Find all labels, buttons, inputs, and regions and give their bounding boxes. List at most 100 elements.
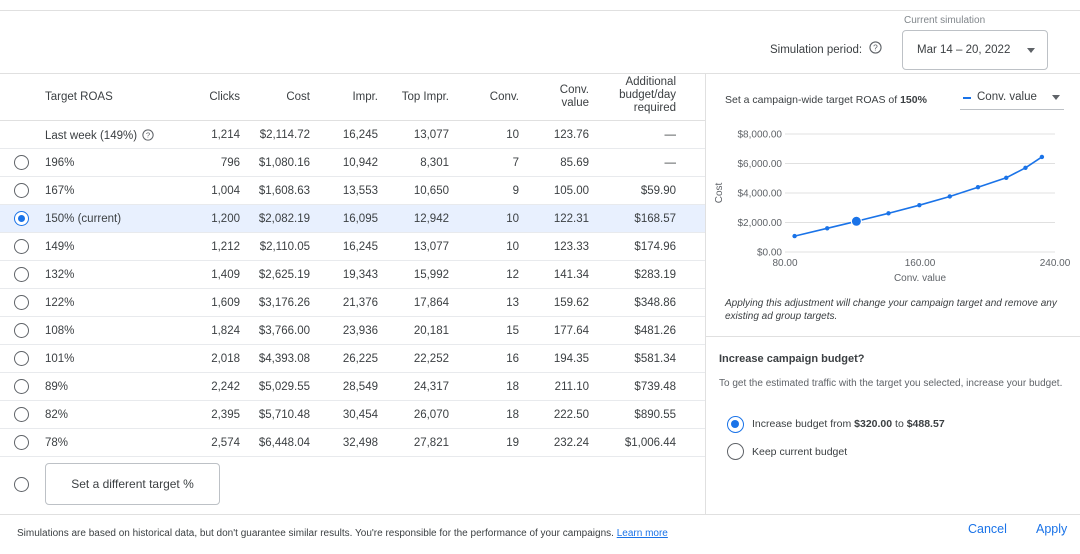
data-point [1023, 165, 1028, 170]
cell-additional: $283.19 [634, 269, 676, 281]
cell-cost: $1,608.63 [258, 185, 310, 197]
row-target-label: 108% [45, 325, 75, 337]
panel-section-divider [705, 336, 1080, 337]
row-radio[interactable] [14, 155, 29, 170]
x-tick-label: 80.00 [772, 258, 797, 269]
last-week-label-text: Last week (149%) [45, 130, 138, 142]
budget-to-value: $488.57 [906, 418, 945, 430]
row-radio[interactable] [14, 379, 29, 394]
increase-budget-radio[interactable] [727, 416, 744, 433]
data-point [824, 226, 830, 231]
cell-top-impr: 27,821 [413, 437, 449, 449]
cell-additional: $1,006.44 [624, 437, 676, 449]
col-target-roas: Target ROAS [45, 91, 113, 103]
cell-clicks: 2,018 [211, 353, 240, 365]
cell-conv: 18 [506, 381, 519, 393]
cell-conv: 12 [506, 269, 519, 281]
apply-button[interactable]: Apply [1036, 522, 1067, 536]
chart-heading-value: 150% [900, 94, 927, 106]
chart-heading: Set a campaign-wide target ROAS of 150% [725, 94, 927, 106]
learn-more-link[interactable]: Learn more [617, 528, 668, 539]
data-point [917, 202, 922, 208]
table-row[interactable]: 150% (current) 1,200 $2,082.19 16,095 12,942… [0, 205, 705, 233]
col-top-impr: Top Impr. [401, 91, 449, 103]
footer-note: Simulations are based on historical data… [17, 528, 668, 539]
cell-top-impr: 13,077 [413, 241, 449, 253]
cell-conv: 16 [506, 353, 519, 365]
set-different-target-button[interactable]: Set a different target % [45, 463, 220, 505]
cell-conv: 10 [506, 129, 519, 141]
cell-impr: 16,245 [342, 129, 378, 141]
increase-budget-label[interactable]: Increase budget from $320.00 to $488.57 [752, 418, 945, 430]
help-icon[interactable]: ? [869, 41, 882, 54]
table-row[interactable]: 108% 1,824 $3,766.00 23,936 20,181 15 177.64 $4… [0, 317, 705, 345]
cell-conv-value: 85.69 [560, 157, 589, 169]
cell-cost: $2,114.72 [259, 129, 310, 141]
row-radio[interactable] [14, 435, 29, 450]
cell-top-impr: 24,317 [413, 381, 449, 393]
data-point [947, 194, 952, 199]
row-radio[interactable] [14, 267, 29, 282]
table-row[interactable]: 149% 1,212 $2,110.05 16,245 13,077 10 123.33 $1… [0, 233, 705, 261]
help-icon[interactable]: ? [142, 129, 154, 141]
simulation-period-dropdown[interactable]: Mar 14 – 20, 2022 [902, 30, 1048, 70]
table-row[interactable]: 122% 1,609 $3,176.26 21,376 17,864 13 159.62 $3… [0, 289, 705, 317]
cell-conv: 9 [512, 185, 519, 197]
dropdown-caret-icon [1027, 48, 1035, 53]
col-conv-value: Conv. value [540, 84, 589, 110]
cell-clicks: 1,409 [211, 269, 240, 281]
x-tick-label: 240.00 [1040, 258, 1071, 269]
cell-cost: $3,176.26 [258, 297, 310, 309]
table-row[interactable]: 101% 2,018 $4,393.08 26,225 22,252 16 194.35 $5… [0, 345, 705, 373]
table-row[interactable]: 78% 2,574 $6,448.04 32,498 27,821 19 232.24 $1,… [0, 429, 705, 457]
table-row[interactable]: 167% 1,004 $1,608.63 13,553 10,650 9 105.00 $59… [0, 177, 705, 205]
row-radio[interactable] [14, 211, 29, 226]
footer-divider [0, 514, 1080, 515]
series-select-dropdown[interactable]: Conv. value [960, 88, 1064, 110]
cell-cost: $4,393.08 [258, 353, 310, 365]
cell-additional: $581.34 [634, 353, 676, 365]
y-tick-label: $2,000.00 [738, 218, 783, 229]
row-radio[interactable] [14, 351, 29, 366]
svg-text:?: ? [873, 42, 878, 52]
cell-cost: $2,082.19 [258, 213, 310, 225]
table-row[interactable]: 132% 1,409 $2,625.19 19,343 15,992 12 141.34 $2… [0, 261, 705, 289]
row-radio[interactable] [14, 407, 29, 422]
svg-text:?: ? [146, 131, 150, 140]
series-select-label: Conv. value [977, 91, 1037, 103]
cell-impr: 26,225 [342, 353, 378, 365]
cell-clicks: 1,004 [211, 185, 240, 197]
cell-top-impr: 20,181 [413, 325, 449, 337]
table-row[interactable]: 196% 796 $1,080.16 10,942 8,301 7 85.69 — [0, 149, 705, 177]
row-radio[interactable] [14, 183, 29, 198]
cell-conv-value: 105.00 [553, 185, 589, 197]
simulation-period-value: Mar 14 – 20, 2022 [917, 44, 1011, 56]
row-radio[interactable] [14, 239, 29, 254]
cell-impr: 23,936 [342, 325, 378, 337]
custom-target-radio[interactable] [14, 477, 29, 492]
table-row[interactable]: 82% 2,395 $5,710.48 30,454 26,070 18 222.50 $89… [0, 401, 705, 429]
col-additional-line1: Additional [625, 76, 676, 88]
custom-target-row: Set a different target % [0, 457, 705, 513]
table-row[interactable]: 89% 2,242 $5,029.55 28,549 24,317 18 211.10 $73… [0, 373, 705, 401]
col-conv-value-line1: Conv. [559, 84, 589, 96]
cell-conv-value: 122.31 [553, 213, 589, 225]
y-tick-label: $8,000.00 [738, 130, 783, 141]
cancel-button[interactable]: Cancel [968, 522, 1007, 536]
cell-conv-value: 232.24 [553, 437, 589, 449]
keep-budget-label[interactable]: Keep current budget [752, 446, 847, 458]
cell-top-impr: 17,864 [413, 297, 449, 309]
cell-additional: $59.90 [640, 185, 676, 197]
row-radio[interactable] [14, 323, 29, 338]
cell-conv-value: 211.10 [554, 381, 589, 393]
cell-conv-value: 141.34 [553, 269, 589, 281]
cell-impr: 30,454 [342, 409, 378, 421]
row-target-label: 132% [45, 269, 75, 281]
row-target-label: 82% [45, 409, 69, 421]
cell-clicks: 2,395 [211, 409, 240, 421]
keep-budget-radio[interactable] [727, 443, 744, 460]
row-radio[interactable] [14, 295, 29, 310]
table-header: Target ROAS Clicks Cost Impr. Top Impr. … [0, 73, 705, 121]
cell-additional: — [664, 129, 677, 141]
cell-impr: 19,343 [342, 269, 378, 281]
